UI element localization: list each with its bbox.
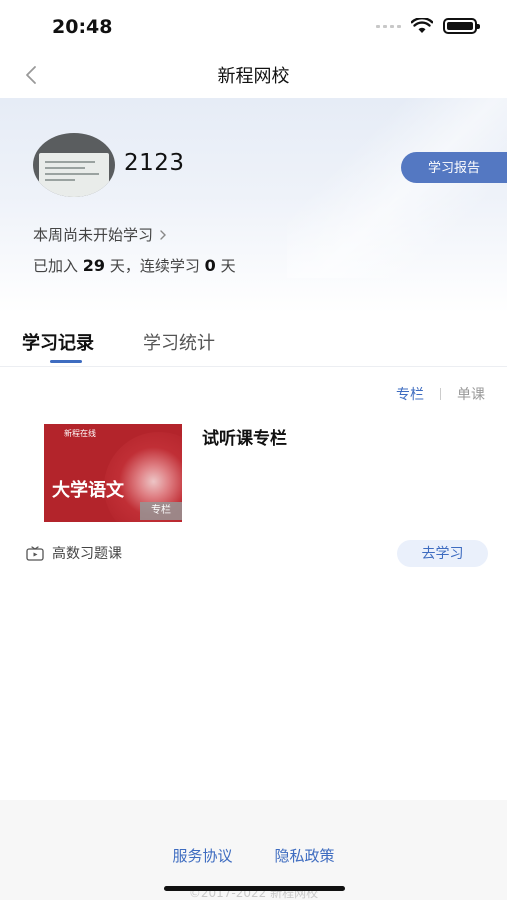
filter-single-lesson[interactable]: 单课 [457,384,485,404]
home-indicator[interactable] [164,886,345,891]
cover-brand: 新程在线 [64,429,96,438]
filter-divider [440,388,441,400]
tab-study-record[interactable]: 学习记录 [22,329,94,355]
username: 2123 [124,150,185,176]
profile-header: 2123 学习报告 本周尚未开始学习 已加入 29 天，连续学习 0 天 [0,98,507,313]
join-prefix: 已加入 [33,257,79,275]
course-title[interactable]: 试听课专栏 [202,424,287,449]
go-study-button[interactable]: 去学习 [397,540,488,567]
join-suffix: 天 [220,257,236,275]
filter-column[interactable]: 专栏 [396,384,424,404]
service-agreement-link[interactable]: 服务协议 [172,845,232,866]
chevron-right-icon [160,229,167,240]
course-badge: 专栏 [140,502,182,520]
week-status-text: 本周尚未开始学习 [33,226,154,244]
course-type: 高数习题课 [26,543,122,563]
tab-study-stats[interactable]: 学习统计 [143,329,215,355]
footer-links: 服务协议 隐私政策 [0,845,507,866]
status-time: 20:48 [52,16,113,38]
signal-icon [376,24,401,28]
course-filter: 专栏 单课 [396,384,485,404]
header-decoration [287,98,507,278]
tab-bar: 学习记录 学习统计 [0,313,507,367]
footer: 服务协议 隐私政策 ©2017-2022 新程网校 [0,800,507,900]
join-days: 29 [82,256,106,275]
course-type-label: 高数习题课 [52,546,122,562]
status-bar: 20:48 [0,0,507,56]
study-report-button[interactable]: 学习报告 [401,152,507,183]
battery-icon [443,18,480,34]
nav-bar: 新程网校 [0,56,507,98]
week-status-link[interactable]: 本周尚未开始学习 [33,224,167,245]
streak-days: 0 [204,256,216,275]
status-icons [376,18,480,34]
video-lesson-icon [26,545,44,561]
join-mid: 天，连续学习 [109,257,200,275]
join-summary: 已加入 29 天，连续学习 0 天 [33,255,236,276]
privacy-policy-link[interactable]: 隐私政策 [275,845,335,866]
tab-active-indicator [50,360,82,363]
avatar[interactable] [33,133,115,197]
wifi-icon [411,18,433,33]
cover-title: 大学语文 [52,480,124,501]
page-title: 新程网校 [217,66,290,87]
